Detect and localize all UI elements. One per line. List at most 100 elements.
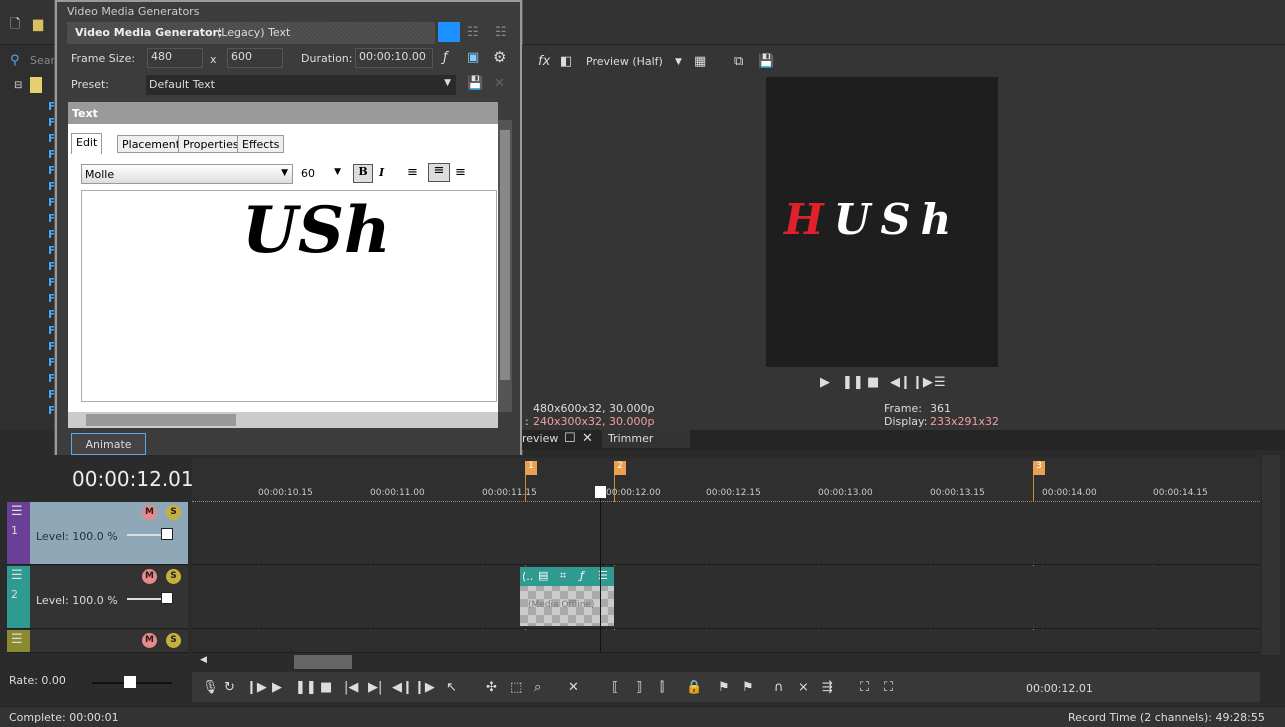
frame-height-input[interactable]: 600 bbox=[227, 48, 283, 68]
view-triple-icon[interactable]: ☷ bbox=[495, 26, 507, 40]
tab-effects[interactable]: Effects bbox=[237, 135, 285, 153]
track-1-lane[interactable] bbox=[192, 502, 1260, 565]
stop-icon[interactable]: ■ bbox=[867, 376, 879, 390]
go-start-icon[interactable]: |◀ bbox=[344, 680, 358, 695]
tab-trimmer[interactable]: Trimmer bbox=[602, 430, 690, 448]
menu-icon[interactable]: ☰ bbox=[934, 376, 946, 390]
mute-icon[interactable]: M bbox=[142, 569, 157, 584]
split-screen-icon[interactable]: ◧ bbox=[560, 55, 572, 69]
crop-icon[interactable]: ⌗ bbox=[560, 569, 566, 583]
level-slider[interactable] bbox=[127, 528, 173, 540]
pause-icon[interactable]: ❚❚ bbox=[842, 376, 864, 390]
trim-start-icon[interactable]: ⟦ bbox=[612, 680, 618, 695]
horizontal-scrollbar[interactable] bbox=[68, 412, 498, 428]
open-folder-icon[interactable]: ▆ bbox=[33, 18, 43, 32]
copy-snapshot-icon[interactable]: ⧉ bbox=[734, 55, 743, 69]
animate-button[interactable]: Animate bbox=[71, 433, 146, 455]
next-frame-icon[interactable]: ❙▶ bbox=[414, 680, 435, 695]
marker-flag[interactable]: 1 bbox=[525, 461, 537, 475]
track-2-lane[interactable] bbox=[192, 566, 1260, 629]
gear-icon[interactable]: ⚙ bbox=[493, 50, 506, 65]
search-icon[interactable]: ⚲ bbox=[10, 54, 20, 68]
timeline-scrollbar[interactable]: ◀ bbox=[192, 655, 1260, 669]
selection-tool-icon[interactable]: ⬚ bbox=[510, 680, 522, 695]
italic-button[interactable]: I bbox=[379, 166, 384, 179]
delete-preset-icon[interactable]: ✕ bbox=[494, 77, 505, 91]
split-icon[interactable]: ⫿ bbox=[660, 680, 664, 695]
trim-end-icon[interactable]: ⟧ bbox=[636, 680, 642, 695]
track-menu-icon[interactable]: ☰ bbox=[11, 505, 23, 519]
track-menu-icon[interactable]: ☰ bbox=[11, 569, 23, 583]
new-file-icon[interactable]: 🗋 bbox=[10, 18, 20, 32]
solo-icon[interactable]: S bbox=[166, 633, 181, 648]
prev-frame-icon[interactable]: ◀❙ bbox=[392, 680, 413, 695]
align-right-icon[interactable]: ≡ bbox=[455, 166, 466, 180]
ignore-grouping-icon[interactable]: ⛶ bbox=[884, 680, 893, 695]
track-menu-icon[interactable]: ☰ bbox=[11, 633, 23, 647]
grid-icon[interactable]: ▦ bbox=[694, 55, 706, 69]
frame-width-input[interactable]: 480 bbox=[147, 48, 203, 68]
next-frame-icon[interactable]: ❙▶ bbox=[912, 376, 933, 390]
level-slider[interactable] bbox=[127, 592, 173, 604]
close-icon[interactable]: ✕ bbox=[582, 432, 593, 446]
marker-flag[interactable]: 3 bbox=[1033, 461, 1045, 475]
record-icon[interactable]: 🎙 bbox=[202, 680, 219, 695]
marker-icon[interactable]: ⚑ bbox=[718, 680, 730, 695]
zoom-tool-icon[interactable]: ⌕ bbox=[534, 680, 541, 695]
tab-placement[interactable]: Placement bbox=[117, 135, 186, 153]
envelope-tool-icon[interactable]: ✣ bbox=[486, 680, 497, 695]
rate-slider[interactable] bbox=[92, 676, 172, 688]
save-snapshot-icon[interactable]: 💾 bbox=[758, 55, 774, 69]
maximize-icon[interactable]: ☐ bbox=[564, 432, 576, 446]
view-double-icon[interactable]: ☷ bbox=[467, 26, 479, 40]
track-header-1[interactable]: ☰ 1 M S Level: 100.0 % bbox=[7, 502, 188, 565]
go-end-icon[interactable]: ▶| bbox=[368, 680, 382, 695]
pan-crop-icon[interactable]: ▤ bbox=[538, 569, 548, 582]
mute-icon[interactable]: M bbox=[142, 505, 157, 520]
play-icon[interactable]: ▶ bbox=[820, 376, 830, 390]
solo-icon[interactable]: S bbox=[166, 505, 181, 520]
solo-icon[interactable]: S bbox=[166, 569, 181, 584]
text-editor[interactable]: USh bbox=[81, 190, 497, 402]
collapse-icon[interactable]: ⊟ bbox=[14, 79, 22, 93]
fx-icon[interactable]: ƒ bbox=[580, 569, 584, 582]
prev-frame-icon[interactable]: ◀❙ bbox=[890, 376, 911, 390]
bold-button[interactable]: B bbox=[353, 164, 373, 183]
preview-quality-dropdown[interactable]: Preview (Half) bbox=[586, 55, 663, 68]
pause-icon[interactable]: ❚❚ bbox=[295, 680, 317, 695]
window-icon[interactable]: ▣ bbox=[467, 51, 479, 65]
font-dropdown[interactable]: Molle ▼ bbox=[81, 164, 293, 184]
tab-properties[interactable]: Properties bbox=[178, 135, 244, 153]
region-icon[interactable]: ⚑ bbox=[742, 680, 754, 695]
track-3-lane[interactable] bbox=[192, 630, 1260, 653]
vertical-zoom-bar[interactable] bbox=[1262, 455, 1280, 655]
play-from-start-icon[interactable]: ❙▶ bbox=[246, 680, 267, 695]
ripple-icon[interactable]: ⇶ bbox=[822, 680, 833, 695]
preset-dropdown[interactable]: Default Text ▼ bbox=[146, 75, 456, 95]
track-header-2[interactable]: ☰ 2 M S Level: 100.0 % bbox=[7, 566, 188, 629]
delete-icon[interactable]: ✕ bbox=[568, 680, 579, 695]
duration-input[interactable]: 00:00:10.00 bbox=[355, 48, 433, 68]
view-single-button[interactable] bbox=[438, 22, 460, 42]
play-icon[interactable]: ▶ bbox=[272, 680, 282, 695]
align-center-icon[interactable]: ≡ bbox=[428, 163, 450, 182]
fx-add-icon[interactable]: ƒ bbox=[443, 51, 448, 65]
playhead-handle[interactable] bbox=[595, 486, 606, 498]
marker-flag[interactable]: 2 bbox=[614, 461, 626, 475]
snap-icon[interactable]: ∩ bbox=[774, 680, 784, 695]
lock-envelopes-icon[interactable]: ⛶ bbox=[860, 680, 869, 695]
auto-crossfade-icon[interactable]: ⨯ bbox=[798, 680, 809, 695]
track-header-3[interactable]: ☰ M S bbox=[7, 630, 188, 653]
tab-video-preview[interactable]: review bbox=[522, 432, 558, 445]
loop-icon[interactable]: ↻ bbox=[224, 680, 235, 695]
tab-edit[interactable]: Edit bbox=[71, 133, 103, 154]
normal-edit-tool-icon[interactable]: ↖ bbox=[446, 680, 457, 695]
mute-icon[interactable]: M bbox=[142, 633, 157, 648]
lock-icon[interactable]: 🔒 bbox=[686, 680, 702, 695]
stop-icon[interactable]: ■ bbox=[320, 680, 332, 695]
align-left-icon[interactable]: ≡ bbox=[407, 166, 418, 180]
save-preset-icon[interactable]: 💾 bbox=[467, 77, 483, 91]
fx-icon[interactable]: fx bbox=[538, 55, 550, 69]
font-size-dropdown[interactable]: 60 ▼ bbox=[297, 164, 345, 184]
vertical-scrollbar[interactable] bbox=[498, 120, 512, 412]
